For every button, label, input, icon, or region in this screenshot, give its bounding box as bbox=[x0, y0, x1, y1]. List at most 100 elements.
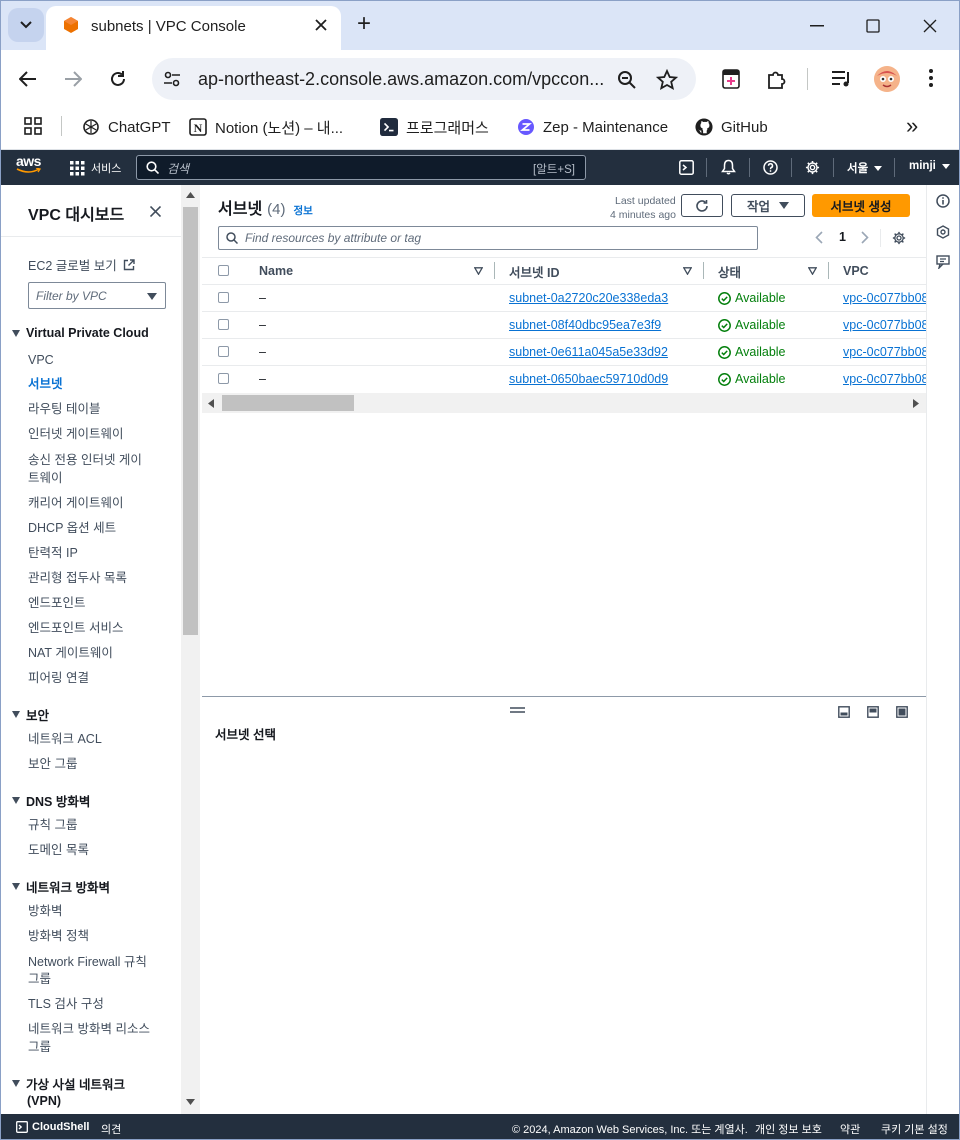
section-vpc-header[interactable]: Virtual Private Cloud bbox=[12, 326, 149, 340]
bookmark-notion[interactable]: N Notion (노션) – 내... bbox=[189, 116, 343, 138]
sidebar-item-internet-gateways[interactable]: 인터넷 게이트웨이 bbox=[28, 425, 123, 443]
sidebar-item-egress-only-gateways[interactable]: 송신 전용 인터넷 게이 bbox=[28, 451, 142, 469]
sidebar-item-elastic-ips[interactable]: 탄력적 IP bbox=[28, 544, 78, 562]
more-bookmarks-button[interactable]: » bbox=[906, 113, 918, 139]
cell-subnet-id-link[interactable]: subnet-0a2720c20e338eda3 bbox=[509, 290, 668, 306]
scroll-right-arrow-icon[interactable] bbox=[913, 399, 919, 408]
row-checkbox[interactable] bbox=[218, 319, 229, 330]
create-subnet-button[interactable]: 서브넷 생성 bbox=[812, 194, 910, 217]
sidebar-item-prefix-lists[interactable]: 관리형 접두사 목록 bbox=[28, 569, 127, 587]
bookmark-programmers[interactable]: 프로그래머스 bbox=[380, 116, 489, 138]
browser-menu-icon[interactable] bbox=[929, 69, 933, 87]
reading-list-icon[interactable] bbox=[831, 70, 853, 88]
resource-search-input[interactable]: Find resources by attribute or tag bbox=[218, 226, 758, 250]
sidebar-item-carrier-gateways[interactable]: 캐리어 게이트웨이 bbox=[28, 494, 123, 512]
sidebar-item-subnets[interactable]: 서브넷 bbox=[28, 375, 63, 393]
panel-side-icon[interactable] bbox=[867, 706, 879, 718]
feedback-chat-icon[interactable] bbox=[936, 255, 950, 269]
scroll-left-arrow-icon[interactable] bbox=[208, 399, 214, 408]
sidebar-item-resource-groups-cont[interactable]: 그룹 bbox=[28, 1038, 51, 1056]
sidebar-item-vpc[interactable]: VPC bbox=[28, 351, 54, 369]
row-checkbox[interactable] bbox=[218, 373, 229, 384]
sidebar-scrollbar[interactable] bbox=[181, 185, 200, 1114]
column-header-state[interactable]: 상태 bbox=[718, 262, 741, 280]
table-horizontal-scrollbar[interactable] bbox=[202, 393, 926, 413]
cell-subnet-id-link[interactable]: subnet-0650baec59710d0d9 bbox=[509, 371, 668, 387]
sidebar-item-domain-lists[interactable]: 도메인 목록 bbox=[28, 841, 89, 859]
sidebar-item-peering[interactable]: 피어링 연결 bbox=[28, 669, 89, 687]
minimize-icon[interactable] bbox=[810, 25, 824, 27]
row-checkbox[interactable] bbox=[218, 346, 229, 357]
sidebar-item-dhcp-options[interactable]: DHCP 옵션 세트 bbox=[28, 519, 116, 537]
settings-gear-icon[interactable] bbox=[805, 160, 820, 175]
sidebar-item-endpoints[interactable]: 엔드포인트 bbox=[28, 594, 86, 612]
ec2-global-view-link[interactable]: EC2 글로벌 보기 bbox=[28, 255, 135, 274]
previous-page-icon[interactable] bbox=[815, 231, 823, 244]
aws-logo[interactable]: aws bbox=[16, 154, 44, 178]
scroll-up-arrow-icon[interactable] bbox=[186, 192, 195, 198]
terms-link[interactable]: 약관 bbox=[840, 1121, 860, 1137]
sidebar-item-resource-groups[interactable]: 네트워크 방화벽 리소스 bbox=[28, 1020, 150, 1038]
refresh-button[interactable] bbox=[681, 194, 723, 217]
scrollbar-thumb[interactable] bbox=[222, 395, 354, 411]
sidebar-item-endpoint-services[interactable]: 엔드포인트 서비스 bbox=[28, 619, 123, 637]
cell-vpc-link[interactable]: vpc-0c077bb08 bbox=[843, 344, 926, 360]
aws-search-input[interactable] bbox=[136, 155, 586, 180]
cell-vpc-link[interactable]: vpc-0c077bb08 bbox=[843, 317, 926, 333]
close-tab-icon[interactable] bbox=[315, 19, 327, 31]
privacy-link[interactable]: 개인 정보 보호 bbox=[755, 1121, 822, 1137]
zoom-icon[interactable] bbox=[617, 70, 637, 90]
tab-search-button[interactable] bbox=[8, 8, 44, 42]
notifications-bell-icon[interactable] bbox=[721, 159, 736, 175]
sidebar-item-network-acls[interactable]: 네트워크 ACL bbox=[28, 730, 102, 748]
column-header-subnet-id[interactable]: 서브넷 ID bbox=[509, 262, 559, 280]
bookmark-github[interactable]: GitHub bbox=[695, 116, 768, 138]
cell-vpc-link[interactable]: vpc-0c077bb08 bbox=[843, 371, 926, 387]
reload-icon[interactable] bbox=[109, 70, 127, 88]
extensions-puzzle-icon[interactable] bbox=[765, 68, 787, 90]
cloudshell-footer-button[interactable]: CloudShell bbox=[16, 1121, 89, 1133]
sidebar-item-security-groups[interactable]: 보안 그룹 bbox=[28, 755, 77, 773]
section-network-firewall-header[interactable]: 네트워크 방화벽 bbox=[12, 877, 110, 896]
scrollbar-thumb[interactable] bbox=[183, 207, 198, 635]
bookmark-chatgpt[interactable]: ChatGPT bbox=[82, 116, 171, 138]
actions-button[interactable]: 작업 bbox=[731, 194, 805, 217]
panel-full-icon[interactable] bbox=[896, 706, 908, 718]
bookmark-zep[interactable]: Zep - Maintenance bbox=[517, 116, 668, 138]
sidebar-title[interactable]: VPC 대시보드 bbox=[28, 201, 124, 225]
sidebar-item-firewall-policies[interactable]: 방화벽 정책 bbox=[28, 927, 89, 945]
resize-handle-icon[interactable] bbox=[510, 707, 525, 713]
select-all-checkbox[interactable] bbox=[218, 265, 229, 276]
back-arrow-icon[interactable] bbox=[19, 70, 37, 88]
sort-icon[interactable] bbox=[683, 267, 692, 275]
next-page-icon[interactable] bbox=[861, 231, 869, 244]
sort-icon[interactable] bbox=[474, 267, 483, 275]
cell-vpc-link[interactable]: vpc-0c077bb08 bbox=[843, 290, 926, 306]
account-menu[interactable]: minji bbox=[909, 160, 950, 172]
panel-bottom-icon[interactable] bbox=[838, 706, 850, 718]
cookie-preferences-link[interactable]: 쿠키 기본 설정 bbox=[881, 1121, 948, 1137]
cloudshell-icon[interactable] bbox=[679, 160, 694, 175]
tour-icon[interactable] bbox=[936, 225, 950, 239]
filter-by-vpc-select[interactable]: Filter by VPC bbox=[28, 282, 166, 309]
sidebar-item-rule-groups[interactable]: 규칙 그룹 bbox=[28, 816, 77, 834]
current-page[interactable]: 1 bbox=[839, 230, 846, 244]
maximize-icon[interactable] bbox=[866, 19, 880, 33]
sidebar-item-tls-inspection[interactable]: TLS 검사 구성 bbox=[28, 995, 104, 1013]
section-security-header[interactable]: 보안 bbox=[12, 705, 49, 724]
services-menu[interactable]: 서비스 bbox=[70, 160, 121, 176]
feedback-link[interactable]: 의견 bbox=[101, 1121, 121, 1137]
region-selector[interactable]: 서울 bbox=[847, 160, 883, 176]
sidebar-item-nat-gateways[interactable]: NAT 게이트웨이 bbox=[28, 644, 113, 662]
row-checkbox[interactable] bbox=[218, 292, 229, 303]
sidebar-item-nfw-rule-groups[interactable]: Network Firewall 규칙 bbox=[28, 953, 147, 971]
close-window-icon[interactable] bbox=[923, 19, 937, 33]
sort-icon[interactable] bbox=[808, 267, 817, 275]
help-icon[interactable] bbox=[763, 160, 778, 175]
info-link[interactable]: 정보 bbox=[294, 203, 313, 218]
extension-notebook-icon[interactable] bbox=[720, 68, 742, 90]
section-dns-firewall-header[interactable]: DNS 방화벽 bbox=[12, 791, 90, 810]
site-settings-icon[interactable] bbox=[162, 69, 182, 89]
sidebar-item-nfw-rule-groups-cont[interactable]: 그룹 bbox=[28, 970, 51, 988]
sidebar-item-egress-only-gateways-cont[interactable]: 트웨이 bbox=[28, 469, 63, 487]
